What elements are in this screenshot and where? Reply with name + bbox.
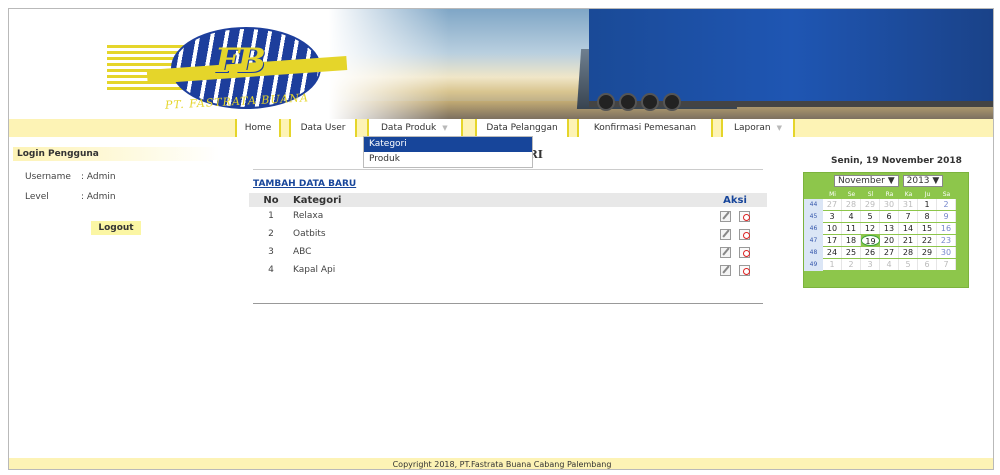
calendar-day[interactable]: 21 <box>899 235 918 246</box>
calendar-day[interactable]: 2 <box>937 199 956 210</box>
calendar-day[interactable]: 26 <box>861 247 880 258</box>
main-nav: Home Data User Data Produk ▼ Data Pelangg… <box>9 119 993 137</box>
week-number: 46 <box>804 223 823 235</box>
footer: Copyright 2018, PT.Fastrata Buana Cabang… <box>9 458 993 469</box>
calendar-day[interactable]: 19 <box>861 235 880 246</box>
calendar-day[interactable]: 15 <box>918 223 937 234</box>
calendar-widget: November ▼ 2013 ▼ Mi Se Sl Ra Ka Ju Sa 4… <box>803 172 969 288</box>
calendar-day[interactable]: 1 <box>918 199 937 210</box>
calendar-week: 48 24 25 26 27 28 29 30 <box>804 247 968 259</box>
calendar-day[interactable]: 5 <box>861 211 880 222</box>
delete-icon[interactable] <box>739 228 750 240</box>
calendar-day[interactable]: 23 <box>937 235 956 246</box>
calendar-day[interactable]: 29 <box>918 247 937 258</box>
calendar-week: 45 3 4 5 6 7 8 9 <box>804 211 968 223</box>
level-row: Level: Admin <box>25 192 116 202</box>
header-banner: FB PT. FASTRATA BUANA <box>9 9 993 119</box>
nav-data-pelanggan[interactable]: Data Pelanggan <box>475 119 569 137</box>
username-row: Username: Admin <box>25 172 116 182</box>
edit-icon[interactable] <box>720 210 731 222</box>
table-row: 2 Oatbits <box>249 225 767 243</box>
data-produk-dropdown: Kategori Produk <box>363 136 533 168</box>
calendar-week: 49 1 2 3 4 5 6 7 <box>804 259 968 271</box>
calendar-day[interactable]: 6 <box>918 259 937 270</box>
calendar-day[interactable]: 7 <box>899 211 918 222</box>
calendar-day[interactable]: 14 <box>899 223 918 234</box>
calendar-week: 44 27 28 29 30 31 1 2 <box>804 199 968 211</box>
calendar-day[interactable]: 16 <box>937 223 956 234</box>
calendar-week: 47 17 18 19 20 21 22 23 <box>804 235 968 247</box>
calendar-day[interactable]: 17 <box>823 235 842 246</box>
calendar-day[interactable]: 1 <box>823 259 842 270</box>
calendar-day[interactable]: 5 <box>899 259 918 270</box>
edit-icon[interactable] <box>720 228 731 240</box>
calendar-date-label: Senin, 19 November 2018 <box>831 156 962 166</box>
week-number: 49 <box>804 259 823 271</box>
calendar-day[interactable]: 10 <box>823 223 842 234</box>
company-logo: FB PT. FASTRATA BUANA <box>107 23 367 113</box>
calendar-day[interactable]: 11 <box>842 223 861 234</box>
calendar-day-names: Mi Se Sl Ra Ka Ju Sa <box>829 190 951 198</box>
calendar-day[interactable]: 7 <box>937 259 956 270</box>
chevron-down-icon: ▼ <box>776 124 783 132</box>
calendar-day[interactable]: 30 <box>937 247 956 258</box>
menu-item-produk[interactable]: Produk <box>364 152 532 167</box>
calendar-day[interactable]: 8 <box>918 211 937 222</box>
year-select[interactable]: 2013 ▼ <box>902 175 944 187</box>
table-row: 4 Kapal Api <box>249 261 767 279</box>
calendar-day[interactable]: 4 <box>842 211 861 222</box>
calendar-grid: 44 27 28 29 30 31 1 2 45 3 4 5 6 7 8 9 46 10 11 12 13 14 15 16 4… <box>804 199 968 271</box>
edit-icon[interactable] <box>720 246 731 258</box>
week-number: 45 <box>804 211 823 223</box>
add-new-data-link[interactable]: TAMBAH DATA BARU <box>253 179 356 189</box>
nav-konfirmasi-pemesanan[interactable]: Konfirmasi Pemesanan <box>577 119 713 137</box>
nav-data-user[interactable]: Data User <box>289 119 357 137</box>
week-number: 48 <box>804 247 823 259</box>
calendar-day[interactable]: 28 <box>842 199 861 210</box>
nav-home[interactable]: Home <box>235 119 281 137</box>
chevron-down-icon: ▼ <box>442 124 448 132</box>
calendar-day[interactable]: 4 <box>880 259 899 270</box>
calendar-day[interactable]: 25 <box>842 247 861 258</box>
month-select[interactable]: November ▼ <box>834 175 899 187</box>
calendar-day[interactable]: 3 <box>823 211 842 222</box>
calendar-day[interactable]: 6 <box>880 211 899 222</box>
calendar-day[interactable]: 3 <box>861 259 880 270</box>
page-frame: FB PT. FASTRATA BUANA Home Data User Dat… <box>8 8 994 470</box>
logout-button[interactable]: Logout <box>91 221 141 235</box>
calendar-day[interactable]: 2 <box>842 259 861 270</box>
delete-icon[interactable] <box>739 246 750 258</box>
calendar-week: 46 10 11 12 13 14 15 16 <box>804 223 968 235</box>
calendar-day[interactable]: 20 <box>880 235 899 246</box>
calendar-day[interactable]: 28 <box>899 247 918 258</box>
calendar-day[interactable]: 18 <box>842 235 861 246</box>
nav-laporan[interactable]: Laporan ▼ <box>721 119 795 137</box>
menu-item-kategori[interactable]: Kategori <box>364 137 532 152</box>
week-number: 47 <box>804 235 823 247</box>
calendar-day[interactable]: 13 <box>880 223 899 234</box>
calendar-day[interactable]: 24 <box>823 247 842 258</box>
calendar-day[interactable]: 22 <box>918 235 937 246</box>
calendar-day[interactable]: 31 <box>899 199 918 210</box>
truck-photo <box>329 9 993 119</box>
week-number: 44 <box>804 199 823 211</box>
table-header: No Kategori Aksi <box>249 193 767 207</box>
delete-icon[interactable] <box>739 264 750 276</box>
login-panel-title: Login Pengguna <box>13 147 219 161</box>
table-row: 3 ABC <box>249 243 767 261</box>
nav-data-produk[interactable]: Data Produk ▼ <box>367 119 463 137</box>
calendar-day[interactable]: 9 <box>937 211 956 222</box>
table-row: 1 Relaxa <box>249 207 767 225</box>
calendar-day[interactable]: 27 <box>823 199 842 210</box>
calendar-day[interactable]: 29 <box>861 199 880 210</box>
edit-icon[interactable] <box>720 264 731 276</box>
calendar-day[interactable]: 30 <box>880 199 899 210</box>
calendar-day[interactable]: 12 <box>861 223 880 234</box>
category-table: No Kategori Aksi 1 Relaxa 2 Oatbits 3 AB… <box>249 193 767 279</box>
calendar-day[interactable]: 27 <box>880 247 899 258</box>
delete-icon[interactable] <box>739 210 750 222</box>
